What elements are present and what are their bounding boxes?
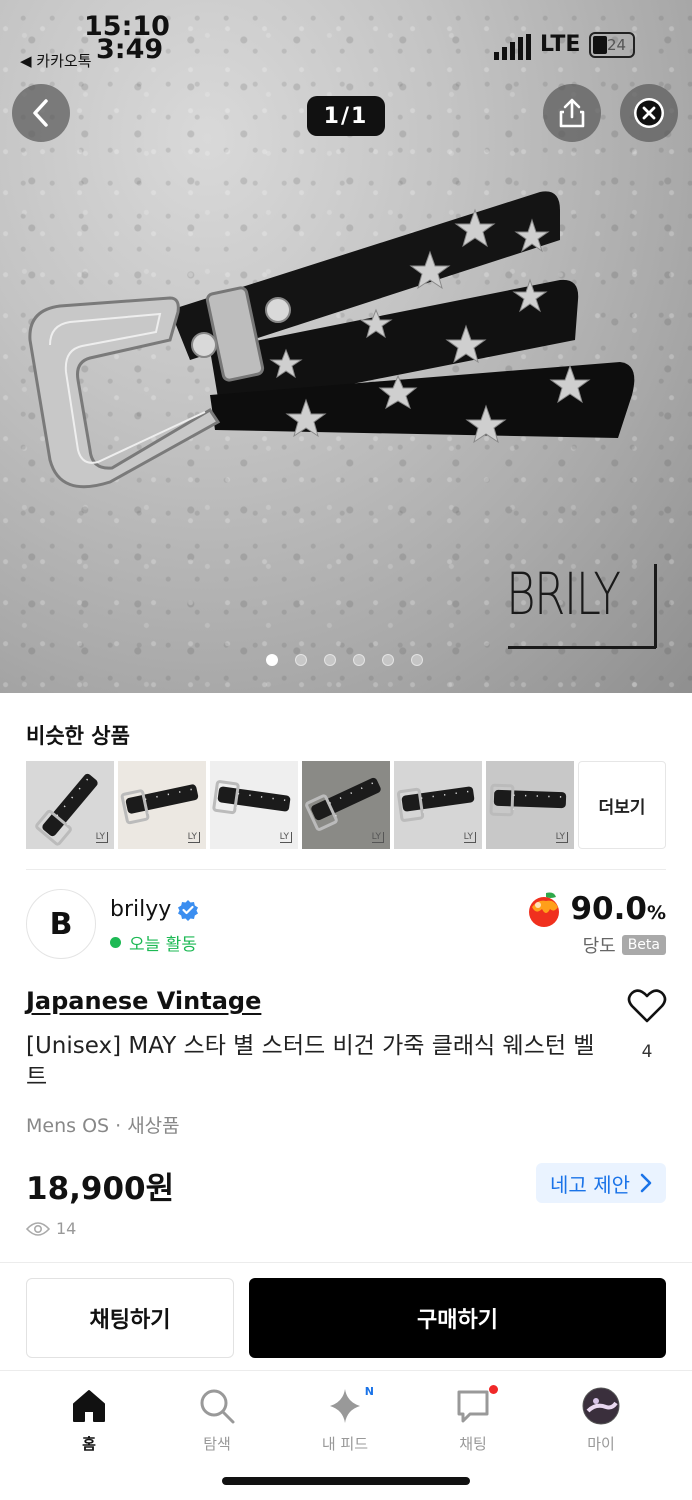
gallery-dot[interactable] [411, 654, 423, 666]
similar-item-thumb[interactable]: LY [394, 761, 482, 849]
watermark-line [654, 564, 657, 648]
tab-home[interactable]: 홈 [44, 1385, 134, 1454]
rating-label: 당도 [582, 936, 616, 957]
brand-watermark: BRILY [506, 560, 657, 650]
new-badge: N [364, 1385, 374, 1398]
section-divider [0, 1262, 692, 1263]
similar-items-list: LY LY LY LY LY LY 더보기 [26, 761, 666, 849]
similar-item-thumb[interactable]: LY [486, 761, 574, 849]
section-divider [26, 869, 666, 870]
tab-explore[interactable]: 탐색 [172, 1385, 262, 1454]
gallery-dots [266, 654, 423, 666]
tab-label: 홈 [82, 1435, 96, 1453]
gallery-dot[interactable] [382, 654, 394, 666]
gallery-dot[interactable] [295, 654, 307, 666]
view-count: 14 [26, 1219, 76, 1238]
tab-chat[interactable]: 채팅 [428, 1385, 518, 1454]
similar-item-thumb[interactable]: LY [302, 761, 390, 849]
thumb-watermark: LY [279, 832, 292, 843]
rating-caption: 당도 Beta [583, 932, 666, 958]
battery-icon: 24 [589, 32, 635, 58]
verified-icon [178, 899, 199, 921]
back-to-app-link[interactable]: ◀ 카카오톡 [20, 50, 92, 71]
back-button[interactable] [12, 84, 70, 142]
thumb-watermark: LY [555, 832, 568, 843]
product-title: [Unisex] MAY 스타 별 스터드 비건 가죽 클래식 웨스턴 벨트 [26, 1033, 595, 1090]
gallery-dot[interactable] [266, 654, 278, 666]
product-meta: Mens OS · 새상품 [26, 1115, 180, 1137]
more-similar-button[interactable]: 더보기 [578, 761, 666, 849]
tab-my[interactable]: 마이 [556, 1385, 646, 1454]
seller-activity-status: 오늘 활동 [110, 930, 197, 955]
heart-icon [627, 989, 667, 1023]
rating-value: 90.0% [570, 891, 666, 927]
share-button[interactable] [543, 84, 601, 142]
battery-level: 24 [607, 36, 627, 54]
seller-rating[interactable]: 90.0% [524, 889, 666, 929]
status-time-overlay: 3:49 [96, 34, 164, 65]
buy-button[interactable]: 구매하기 [249, 1278, 666, 1358]
chevron-right-icon [640, 1173, 652, 1193]
tab-label: 채팅 [459, 1435, 487, 1453]
chat-bubble-icon [457, 1390, 489, 1423]
status-bar: 15:10 3:49 ◀ 카카오톡 LTE 24 [0, 0, 692, 80]
brand-link[interactable]: Japanese Vintage [26, 987, 261, 1015]
home-icon [73, 1390, 105, 1422]
tab-my-feed[interactable]: N 내 피드 [300, 1385, 390, 1454]
seller-name[interactable]: brilyy [110, 897, 199, 922]
signal-icon [494, 34, 531, 60]
tab-label: 탐색 [203, 1435, 231, 1453]
seller-avatar[interactable]: B [26, 889, 96, 959]
search-icon [200, 1389, 235, 1424]
seller-name-text: brilyy [110, 897, 172, 922]
thumb-watermark: LY [463, 832, 476, 843]
chat-button[interactable]: 채팅하기 [26, 1278, 234, 1358]
thumb-watermark: LY [187, 832, 200, 843]
tab-label: 내 피드 [321, 1435, 369, 1453]
activity-text: 오늘 활동 [129, 935, 197, 955]
similar-items-title: 비슷한 상품 [26, 724, 130, 748]
gallery-dot[interactable] [324, 654, 336, 666]
network-type: LTE [540, 32, 581, 57]
online-dot-icon [110, 937, 121, 948]
close-button[interactable] [620, 84, 678, 142]
similar-item-thumb[interactable]: LY [118, 761, 206, 849]
like-button[interactable]: 4 [626, 988, 668, 1062]
chevron-left-icon [33, 99, 48, 127]
view-count-text: 14 [56, 1219, 77, 1238]
thumb-watermark: LY [371, 832, 384, 843]
product-price: 18,900원 [26, 1171, 175, 1207]
like-count: 4 [641, 1042, 653, 1062]
price-offer-button[interactable]: 네고 제안 [536, 1163, 666, 1203]
share-icon [559, 98, 585, 128]
close-icon [634, 98, 664, 128]
beta-badge: Beta [621, 935, 666, 955]
tab-label: 마이 [587, 1435, 615, 1453]
image-page-indicator: 1/1 [307, 96, 385, 136]
brand-watermark-text: BRILY [506, 560, 621, 628]
sparkle-icon [330, 1389, 360, 1423]
eye-icon [26, 1221, 50, 1236]
similar-item-thumb[interactable]: LY [26, 761, 114, 849]
home-indicator [222, 1477, 470, 1485]
seller-avatar-letter: B [49, 906, 73, 942]
thumb-watermark: LY [95, 832, 108, 843]
notification-dot [489, 1385, 498, 1394]
fruit-icon [529, 892, 560, 927]
similar-item-thumb[interactable]: LY [210, 761, 298, 849]
gallery-dot[interactable] [353, 654, 365, 666]
belt-product-photo [28, 191, 635, 489]
watermark-line [508, 646, 656, 649]
profile-avatar-icon [582, 1387, 620, 1425]
offer-label: 네고 제안 [550, 1172, 630, 1197]
